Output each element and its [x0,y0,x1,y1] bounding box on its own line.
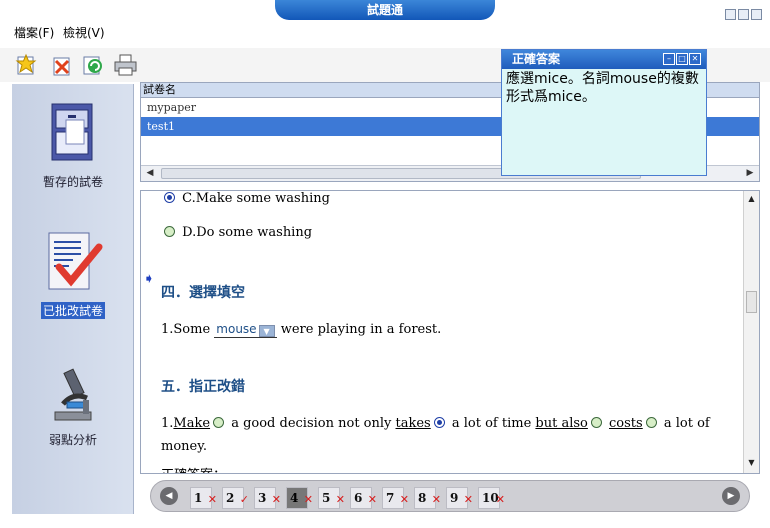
section-title: 五．指正改錯 [161,379,245,395]
menu-bar: 檔案(F) 檢視(V) [0,22,770,40]
microscope-icon [54,368,92,421]
sidebar-item-weakness-analysis[interactable]: 弱點分析 [12,364,134,448]
scroll-right-icon[interactable]: ▶ [744,168,756,179]
vertical-scrollbar[interactable]: ▲ ▼ [743,191,759,473]
candidate-word[interactable]: costs [609,416,643,431]
question-fill-blank: 1.Some mouse ▼ were playing in a forest. [161,322,441,338]
section-title: 四．選擇填空 [161,285,245,301]
option-c[interactable]: C.Make some washing [161,191,330,206]
question-number-button[interactable]: 5 ✕ [318,487,345,509]
question-number-button[interactable]: 4 ✕ [286,487,313,509]
answer-popup: 正確答案 – □ ✕ 應選mice。名詞mouse的複數形式爲mice。 [501,49,707,176]
current-question-arrow-icon: ➧ [143,271,155,287]
maximize-button[interactable] [738,9,749,20]
question-number-label: 7 [386,491,395,505]
question-number-label: 9 [450,491,459,505]
radio[interactable] [645,417,657,428]
radio[interactable] [164,226,175,237]
option-d[interactable]: D.Do some washing [161,225,312,240]
delete-icon[interactable] [49,52,75,78]
sidebar-item-label: 已批改試卷 [40,302,105,319]
popup-maximize-button[interactable]: □ [676,53,688,65]
graded-paper-icon [48,232,103,290]
question-number-label: 5 [322,491,331,505]
wrong-mark-icon: ✕ [335,493,345,506]
question-number-button[interactable]: 8 ✕ [414,487,441,509]
chevron-down-icon[interactable]: ▼ [258,325,275,337]
correct-mark-icon: ✓ [239,493,249,506]
question-text-continued: money. [161,439,207,454]
candidate-word[interactable]: Make [173,416,210,431]
question-number-label: 3 [258,491,267,505]
refresh-icon[interactable] [80,52,106,78]
answer-label-partial: 正確答案： [161,464,226,473]
question-number-label: 8 [418,491,427,505]
popup-close-button[interactable]: ✕ [689,53,701,65]
radio-selected[interactable] [433,417,445,428]
popup-answer-text: 應選mice。名詞mouse的複數形式爲mice。 [506,71,699,105]
sidebar-item-label: 弱點分析 [48,433,97,447]
question-navigator: ◀ 1 ✕ 2 ✓ 3 ✕ 4 ✕ 5 ✕ 6 ✕ 7 ✕ 8 ✕ 9 ✕ 10 ✕ ▶ [150,480,750,512]
sidebar: 暫存的試卷 已批改試卷 弱點分析 [12,84,134,514]
radio[interactable] [590,417,602,428]
window-title: 試題通 [275,0,495,20]
scroll-left-icon[interactable]: ◀ [144,168,156,179]
wrong-mark-icon: ✕ [399,493,409,506]
next-question-button[interactable]: ▶ [722,487,740,505]
option-d-text: D.Do some washing [182,225,313,240]
previous-question-button[interactable]: ◀ [160,487,178,505]
question-number-label: 6 [354,491,363,505]
question-number-label: 2 [226,491,235,505]
wrong-mark-icon: ✕ [463,493,473,506]
wrong-mark-icon: ✕ [431,493,441,506]
wrong-mark-icon: ✕ [271,493,281,506]
minimize-button[interactable] [725,9,736,20]
question-text: a lot of [663,416,710,431]
question-number-label: 4 [290,491,299,505]
scroll-thumb[interactable] [746,291,757,313]
question-number-button[interactable]: 7 ✕ [382,487,409,509]
question-text: were playing in a forest. [280,322,442,337]
question-content: C.Make some washing D.Do some washing ➧ … [140,190,760,474]
sidebar-item-saved-papers[interactable]: 暫存的試卷 [12,100,134,190]
question-text: 1.Some [161,322,211,337]
wrong-mark-icon: ✕ [495,493,505,506]
new-paper-icon[interactable] [14,52,40,78]
print-icon[interactable] [112,52,138,78]
question-number-button[interactable]: 6 ✕ [350,487,377,509]
popup-controls: – □ ✕ [663,53,701,65]
question-number-button[interactable]: 9 ✕ [446,487,473,509]
question-text: a lot of time [451,416,532,431]
dropdown-value: mouse [216,322,257,336]
cabinet-icon [51,103,93,161]
radio[interactable] [213,417,225,428]
candidate-word[interactable]: but also [535,416,587,431]
window-controls [725,9,762,20]
question-number-button[interactable]: 3 ✕ [254,487,281,509]
answer-dropdown[interactable]: mouse ▼ [214,322,277,338]
question-number: 1. [161,416,174,431]
question-number-label: 1 [194,491,203,505]
wrong-mark-icon: ✕ [367,493,377,506]
close-button[interactable] [751,9,762,20]
question-number-button[interactable]: 1 ✕ [190,487,217,509]
option-c-text: C.Make some washing [182,191,330,206]
scroll-down-icon[interactable]: ▼ [746,458,757,470]
title-bar: 試題通 [0,0,770,22]
question-text: a good decision not only [231,416,392,431]
question-error-correction: 1.Make a good decision not only takes a … [161,416,710,431]
wrong-mark-icon: ✕ [207,493,217,506]
question-number-button[interactable]: 10 ✕ [478,487,505,509]
candidate-word[interactable]: takes [396,416,431,431]
sidebar-item-graded-papers[interactable]: 已批改試卷 [12,229,134,319]
sidebar-item-label: 暫存的試卷 [42,175,103,189]
radio-selected[interactable] [164,192,175,203]
scroll-up-icon[interactable]: ▲ [746,194,757,206]
menu-view[interactable]: 檢視(V) [63,24,105,41]
wrong-mark-icon: ✕ [303,493,313,506]
menu-file[interactable]: 檔案(F) [14,24,54,41]
popup-minimize-button[interactable]: – [663,53,675,65]
question-number-button[interactable]: 2 ✓ [222,487,249,509]
